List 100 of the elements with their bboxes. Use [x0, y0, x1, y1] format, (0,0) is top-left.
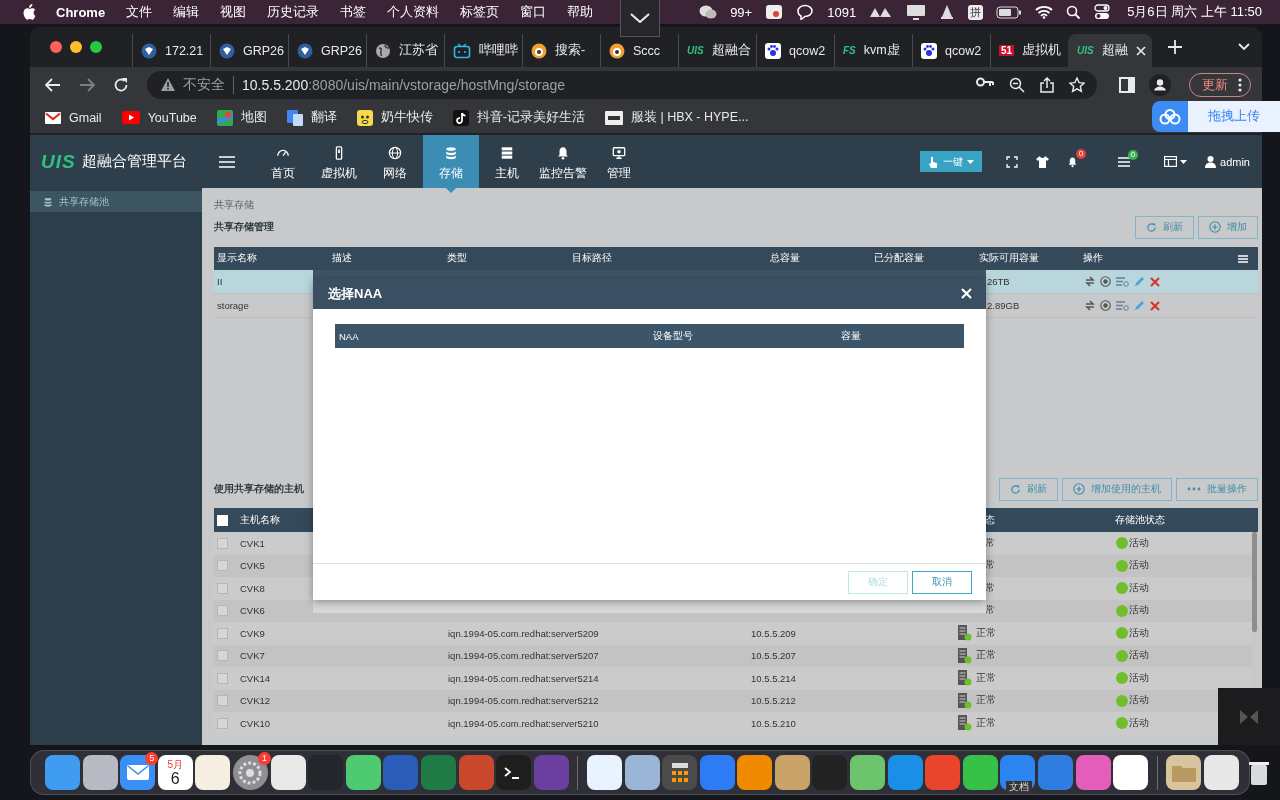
select-all-checkbox[interactable]	[217, 514, 228, 526]
mail-icon[interactable]	[120, 755, 156, 790]
star-icon[interactable]	[1069, 76, 1085, 93]
bookmark[interactable]: 奶牛快传	[356, 109, 433, 126]
new-tab-icon[interactable]	[1168, 40, 1182, 54]
nav-tab[interactable]: 网络	[366, 135, 423, 188]
chat-app-icon[interactable]	[699, 4, 718, 20]
app-icon[interactable]	[850, 755, 886, 790]
task-list-icon[interactable]	[1118, 156, 1131, 167]
cloud-icon[interactable]	[1159, 108, 1181, 125]
side-panel-icon[interactable]	[1119, 76, 1135, 93]
app-icon[interactable]	[1113, 755, 1149, 790]
row-checkbox[interactable]	[217, 672, 228, 684]
fullscreen-icon[interactable]	[1006, 155, 1019, 168]
swap-arrows-icon[interactable]	[1085, 300, 1095, 311]
row-checkbox[interactable]	[217, 560, 228, 572]
sidebar-item[interactable]: 共享存储池	[30, 191, 202, 212]
bookmark[interactable]: 抖音-记录美好生活	[452, 109, 585, 126]
row-checkbox[interactable]	[217, 695, 228, 707]
forward-arrow-icon[interactable]	[79, 77, 95, 92]
dock-tooltip: 文档	[1006, 781, 1033, 793]
close-icon[interactable]	[1135, 45, 1146, 56]
collapse-button[interactable]	[620, 0, 660, 37]
user-menu[interactable]: admin	[1205, 155, 1250, 168]
terminal-icon[interactable]	[496, 755, 532, 790]
minimize-window-button[interactable]	[70, 41, 82, 53]
menu-item[interactable]: 个人资料	[387, 3, 440, 21]
profile-icon[interactable]	[1149, 73, 1171, 96]
bookmark[interactable]: 服装 | HBX - HYPE...	[604, 109, 749, 126]
menu-item[interactable]: 历史记录	[267, 3, 320, 21]
row-checkbox[interactable]	[217, 537, 228, 549]
input-method-indicator[interactable]: 拼	[968, 4, 984, 20]
screen-share-icon[interactable]	[906, 4, 927, 20]
dialog-button[interactable]: 取消	[912, 570, 972, 594]
nav-tab[interactable]: 主机	[478, 135, 535, 188]
list-settings-icon[interactable]	[1116, 276, 1129, 287]
key-icon[interactable]	[976, 76, 994, 87]
app-icon[interactable]	[195, 755, 231, 790]
address-bar[interactable]: 不安全 10.5.5.200:8080/uis/main/vstorage/hostMng/storage	[147, 70, 1097, 99]
toggle-switches-icon[interactable]	[1094, 4, 1111, 20]
row-checkbox[interactable]	[217, 627, 228, 639]
browser-tab[interactable]: UIS 超融	[1068, 34, 1152, 67]
menu-item[interactable]: 标签页	[460, 3, 500, 21]
menu-item[interactable]: 视图	[220, 3, 247, 21]
menu-item[interactable]: 帮助	[567, 3, 594, 21]
battery-icon[interactable]	[996, 5, 1023, 19]
gear-icon[interactable]	[232, 755, 268, 790]
menu-item[interactable]: 编辑	[173, 3, 200, 21]
row-checkbox[interactable]	[217, 605, 228, 617]
bell-icon[interactable]	[1067, 155, 1079, 168]
target-icon[interactable]	[1100, 300, 1111, 311]
back-arrow-icon[interactable]	[45, 77, 61, 92]
delete-icon[interactable]	[1150, 300, 1160, 311]
folder-icon[interactable]	[1166, 755, 1202, 790]
bookmark[interactable]: 地图	[216, 109, 267, 126]
app-icon[interactable]	[1204, 755, 1239, 790]
calculator-icon[interactable]	[662, 755, 698, 790]
nav-tab[interactable]: 首页	[254, 135, 311, 188]
zoom-out-icon[interactable]	[1009, 76, 1025, 93]
search-icon[interactable]	[1066, 4, 1082, 20]
app-icon[interactable]	[774, 755, 810, 790]
app-icon[interactable]	[624, 755, 660, 790]
wifi-icon[interactable]	[1035, 5, 1054, 19]
close-window-button[interactable]	[50, 41, 62, 53]
share-icon[interactable]	[1040, 76, 1054, 93]
menu-item[interactable]: 文件	[126, 3, 153, 21]
app-icon[interactable]	[270, 755, 306, 790]
nav-tab[interactable]: 管理	[590, 135, 647, 188]
speech-bubble-icon[interactable]	[796, 4, 815, 20]
bookmark[interactable]: Gmail	[45, 110, 102, 125]
row-checkbox[interactable]	[217, 582, 228, 594]
nav-tab[interactable]: 监控告警	[534, 135, 591, 188]
menu-item[interactable]: 书签	[340, 3, 367, 21]
app-icon[interactable]	[737, 755, 773, 790]
target-icon[interactable]	[1100, 276, 1111, 287]
app-menu[interactable]: Chrome	[56, 4, 106, 20]
shirt-icon[interactable]	[1036, 155, 1050, 168]
app-icon[interactable]	[962, 755, 998, 790]
nav-tab[interactable]: 虚拟机	[310, 135, 367, 188]
app-icon[interactable]	[345, 755, 381, 790]
chevron-down-icon[interactable]	[1238, 43, 1250, 51]
tv-icon	[453, 42, 471, 59]
row-checkbox[interactable]	[217, 650, 228, 662]
menu-item[interactable]: 窗口	[520, 3, 547, 21]
app-icon[interactable]	[586, 755, 622, 790]
record-app-icon[interactable]	[765, 4, 784, 20]
swap-arrows-icon[interactable]	[1085, 276, 1095, 287]
row-checkbox[interactable]	[217, 717, 228, 729]
bookmark[interactable]: YouTube	[121, 110, 197, 125]
column-menu-icon[interactable]	[1238, 254, 1248, 263]
bookmark[interactable]: 翻译	[286, 109, 337, 126]
maximize-window-button[interactable]	[90, 41, 102, 53]
layout-icon[interactable]	[1164, 156, 1178, 167]
menu-icon[interactable]	[218, 155, 235, 168]
reload-icon[interactable]	[113, 76, 129, 93]
delete-icon[interactable]	[1150, 276, 1160, 287]
clock[interactable]: 5月6日 周六 上午 11:50	[1127, 3, 1262, 21]
app-icon[interactable]	[82, 755, 118, 790]
cone-icon[interactable]	[939, 4, 956, 20]
calendar-icon[interactable]: 5月 6	[157, 755, 193, 790]
